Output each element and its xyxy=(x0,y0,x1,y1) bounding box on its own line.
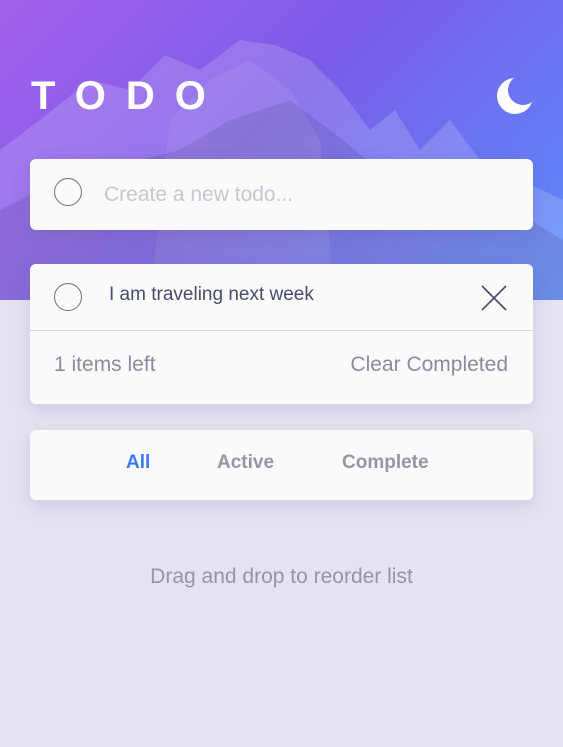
app-title: TODO xyxy=(31,74,226,118)
clear-completed-button[interactable]: Clear Completed xyxy=(350,353,508,377)
filter-bar: All Active Complete xyxy=(30,430,533,500)
filter-all[interactable]: All xyxy=(126,452,150,474)
todo-text: I am traveling next week xyxy=(109,284,314,305)
moon-icon[interactable] xyxy=(490,74,534,118)
close-icon[interactable] xyxy=(480,284,508,312)
mountain-image xyxy=(0,40,563,300)
filter-complete[interactable]: Complete xyxy=(342,452,429,474)
drag-hint: Drag and drop to reorder list xyxy=(150,565,413,588)
new-todo-card xyxy=(30,159,533,230)
todo-list: I am traveling next week 1 items left Cl… xyxy=(30,264,533,404)
filter-active[interactable]: Active xyxy=(217,452,274,474)
items-left-count: 1 items left xyxy=(54,353,156,376)
new-todo-check-circle[interactable] xyxy=(54,178,82,206)
list-footer: 1 items left Clear Completed xyxy=(30,331,533,404)
todo-check-circle[interactable] xyxy=(54,283,82,311)
todo-item[interactable]: I am traveling next week xyxy=(30,264,533,331)
new-todo-input[interactable] xyxy=(102,175,506,215)
header-background: TODO xyxy=(0,0,563,300)
